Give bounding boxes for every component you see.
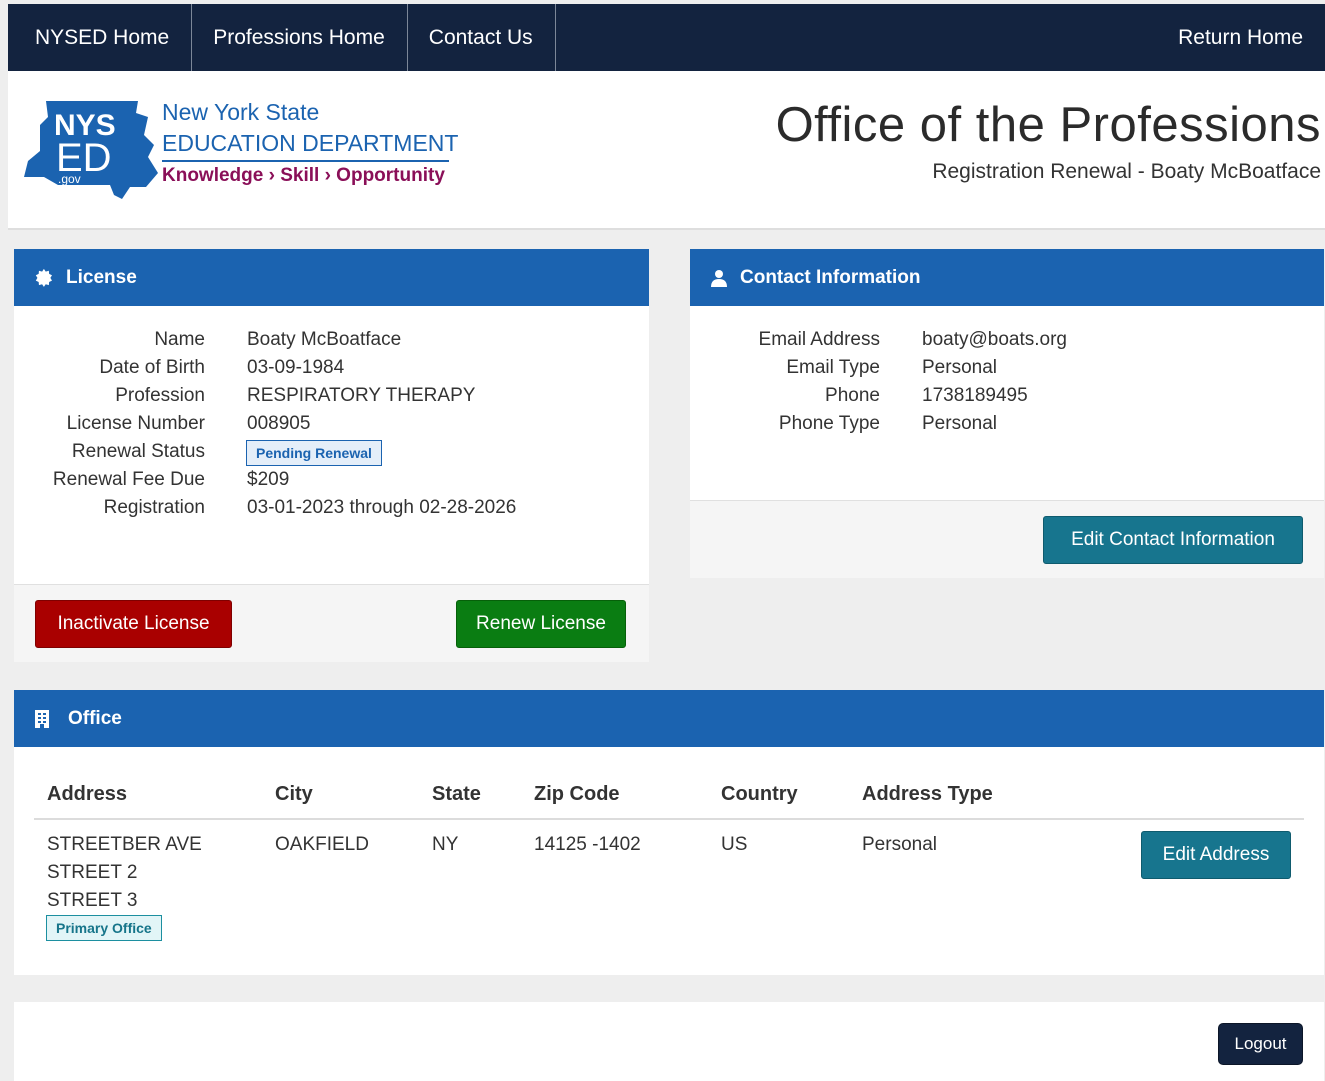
renewal-status-badge: Pending Renewal	[246, 440, 382, 466]
renew-license-button[interactable]: Renew License	[456, 600, 626, 648]
state-cell: NY	[432, 834, 459, 855]
field-label: Email Address	[758, 329, 880, 350]
building-icon	[34, 709, 50, 729]
nav-contact-us[interactable]: Contact Us	[408, 4, 556, 71]
field-value: Personal	[922, 413, 997, 434]
license-panel-footer: Inactivate License Renew License	[14, 584, 649, 662]
field-label: Email Type	[786, 357, 880, 378]
nav-professions-home[interactable]: Professions Home	[192, 4, 408, 71]
column-header-state: State	[432, 783, 481, 805]
license-panel: License Name Boaty McBoatface Date of Bi…	[14, 249, 649, 662]
org-tagline: Knowledge › Skill › Opportunity	[162, 165, 445, 186]
field-label: Phone Type	[778, 413, 880, 434]
column-header-address-type: Address Type	[862, 783, 993, 805]
column-header-address: Address	[47, 783, 128, 805]
license-panel-title: License	[66, 266, 137, 288]
field-value: $209	[247, 469, 290, 490]
page-header: NYS ED .gov New York State EDUCATION DEP…	[8, 71, 1325, 230]
zip-cell: 14125 -1402	[534, 834, 641, 855]
column-header-zip: Zip Code	[534, 783, 620, 805]
user-icon	[710, 269, 728, 287]
footer-panel: Logout	[14, 1002, 1324, 1081]
field-value: 03-01-2023 through 02-28-2026	[247, 497, 517, 518]
contact-panel-header: Contact Information	[690, 249, 1324, 306]
top-nav: NYSED Home Professions Home Contact Us R…	[8, 4, 1325, 71]
table-header-divider	[34, 818, 1304, 820]
field-value: Personal	[922, 357, 997, 378]
org-name-line2: EDUCATION DEPARTMENT	[162, 130, 459, 156]
address-line-3: STREET 3	[47, 890, 138, 911]
license-panel-header: License	[14, 249, 649, 306]
page-subtitle: Registration Renewal - Boaty McBoatface	[932, 160, 1321, 183]
certificate-icon	[34, 268, 54, 288]
svg-text:.gov: .gov	[58, 172, 81, 186]
column-header-city: City	[275, 783, 313, 805]
field-label: License Number	[66, 413, 205, 434]
office-panel-title: Office	[68, 707, 122, 729]
field-label: Profession	[115, 385, 205, 406]
field-value: RESPIRATORY THERAPY	[247, 385, 476, 406]
field-value: 1738189495	[922, 385, 1028, 406]
field-value: Boaty McBoatface	[247, 329, 402, 350]
org-name-line1: New York State	[162, 99, 320, 125]
column-header-country: Country	[721, 783, 798, 805]
office-panel: Office	[14, 690, 1324, 975]
page-title: Office of the Professions	[775, 98, 1321, 152]
field-value: 03-09-1984	[247, 357, 345, 378]
field-label: Renewal Fee Due	[52, 469, 205, 490]
edit-address-button[interactable]: Edit Address	[1141, 831, 1291, 879]
field-label: Phone	[825, 385, 880, 406]
city-cell: OAKFIELD	[275, 834, 369, 855]
primary-office-badge: Primary Office	[46, 915, 162, 941]
edit-contact-button[interactable]: Edit Contact Information	[1043, 516, 1303, 564]
logout-button[interactable]: Logout	[1218, 1023, 1303, 1065]
field-value: 008905	[247, 413, 311, 434]
field-label: Renewal Status	[71, 441, 205, 462]
field-label: Name	[154, 329, 205, 350]
contact-panel-title: Contact Information	[740, 266, 921, 288]
field-label: Date of Birth	[99, 357, 205, 378]
nav-nysed-home[interactable]: NYSED Home	[8, 4, 193, 71]
contact-panel-footer: Edit Contact Information	[690, 500, 1324, 578]
inactivate-license-button[interactable]: Inactivate License	[35, 600, 232, 648]
office-panel-header: Office	[14, 690, 1324, 747]
nav-return-home[interactable]: Return Home	[1157, 4, 1325, 71]
ny-state-map-icon: NYS ED .gov	[24, 101, 158, 199]
field-label: Registration	[103, 497, 205, 518]
address-line-2: STREET 2	[47, 862, 138, 883]
contact-panel: Contact Information Email Address boaty@…	[690, 249, 1324, 578]
field-value: boaty@boats.org	[922, 329, 1067, 350]
address-line-1: STREETBER AVE	[47, 834, 202, 855]
address-type-cell: Personal	[862, 834, 937, 855]
country-cell: US	[721, 834, 748, 855]
org-divider	[162, 160, 449, 162]
